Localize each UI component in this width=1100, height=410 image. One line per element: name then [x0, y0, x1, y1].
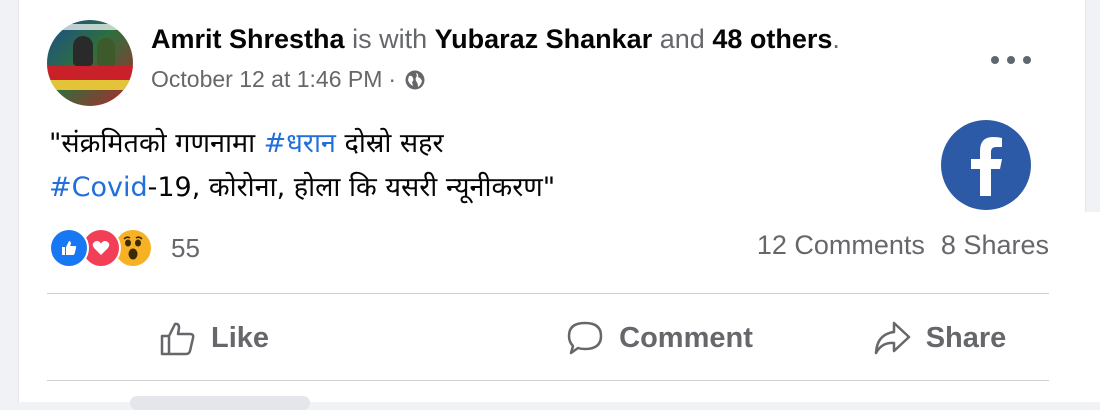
like-reaction-icon: [49, 228, 89, 268]
and-text: and: [659, 24, 705, 54]
like-label: Like: [211, 321, 270, 354]
share-button[interactable]: Share: [829, 300, 1049, 376]
comment-button[interactable]: Comment: [459, 300, 829, 376]
timestamp[interactable]: October 12 at 1:46 PM: [151, 66, 382, 93]
comment-label: Comment: [619, 321, 753, 354]
post-actions: Like Comment Share: [47, 300, 1049, 376]
reaction-count[interactable]: 55: [171, 233, 200, 264]
shares-count[interactable]: 8 Shares: [941, 230, 1049, 260]
comments-count[interactable]: 12 Comments: [757, 230, 925, 260]
share-icon: [874, 321, 910, 355]
post-meta: October 12 at 1:46 PM ·: [151, 66, 426, 93]
avatar[interactable]: [47, 20, 133, 106]
reactions-summary[interactable]: 55: [49, 228, 200, 268]
share-label: Share: [925, 321, 1007, 354]
divider: [47, 293, 1049, 294]
post-text-line-1: "संक्रमितको गणनामा #धरान दोस्रो सहर: [49, 128, 444, 159]
divider: [47, 380, 1049, 381]
globe-icon[interactable]: [404, 69, 426, 91]
post-text-line-2: #Covid-19, कोरोना, होला कि यसरी न्यूनीकर…: [49, 172, 556, 203]
scroll-area: [1085, 212, 1100, 402]
next-post-placeholder: [130, 396, 310, 410]
author-name[interactable]: Amrit Shrestha: [151, 24, 345, 54]
comment-icon: [567, 321, 603, 355]
facebook-logo-icon: [941, 120, 1031, 210]
others-link[interactable]: 48 others: [712, 24, 832, 54]
post-card: Amrit Shrestha is with Yubaraz Shankar a…: [18, 0, 1086, 402]
tagged-person[interactable]: Yubaraz Shankar: [435, 24, 653, 54]
post-stats: 12 Comments 8 Shares: [757, 230, 1049, 261]
hashtag-dharan[interactable]: #धरान: [264, 128, 336, 159]
more-options-icon[interactable]: [991, 46, 1031, 74]
period: .: [832, 24, 840, 54]
post-header: Amrit Shrestha is with Yubaraz Shankar a…: [151, 24, 840, 55]
like-button[interactable]: Like: [47, 300, 459, 376]
thumbs-up-icon: [160, 322, 195, 356]
hashtag-covid[interactable]: #Covid: [49, 172, 148, 203]
with-text: is with: [352, 24, 428, 54]
separator: ·: [388, 66, 397, 92]
post-text: "संक्रमितको गणनामा #धरान दोस्रो सहर #Cov…: [49, 122, 555, 210]
